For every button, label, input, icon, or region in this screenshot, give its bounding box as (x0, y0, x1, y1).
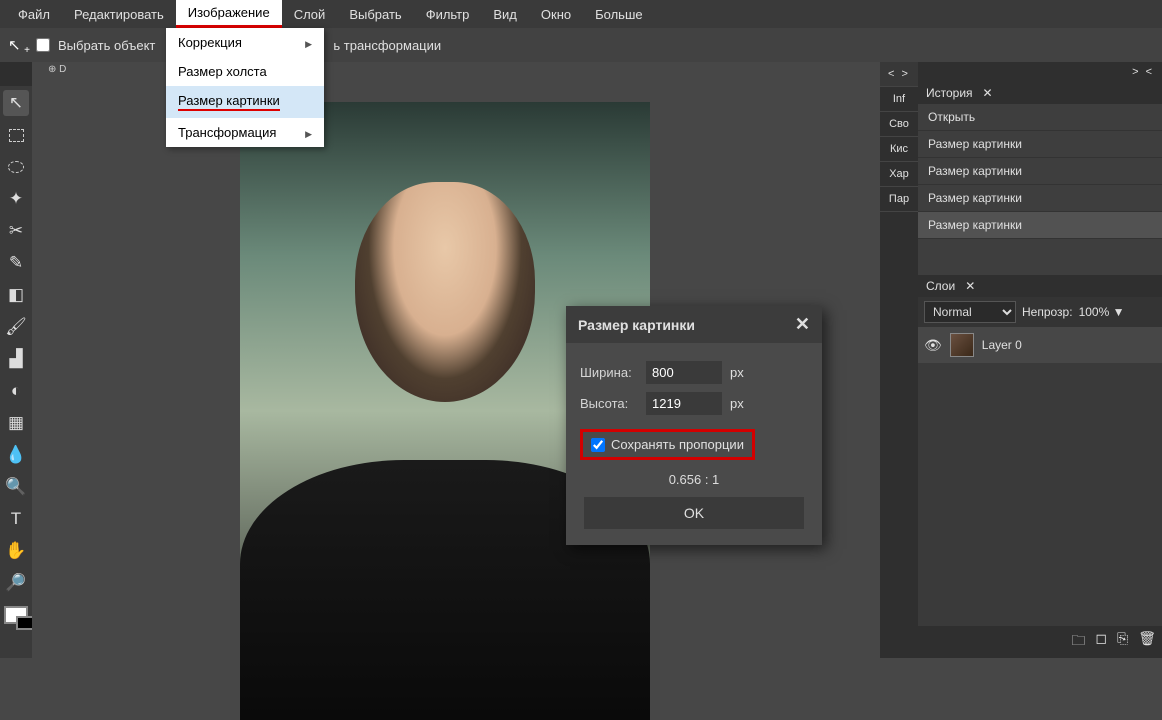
layer-thumbnail (950, 333, 974, 357)
mask-icon[interactable]: ◻ (1095, 630, 1107, 654)
hand-tool[interactable]: ✋ (3, 538, 29, 564)
trash-icon[interactable]: 🗑 (1138, 630, 1156, 654)
layer-row[interactable]: 👁 Layer 0 (918, 327, 1162, 363)
menu-view[interactable]: Вид (481, 0, 529, 28)
keep-proportions-group: Сохранять пропорции (580, 429, 755, 460)
blur-tool[interactable]: 💧 (3, 442, 29, 468)
panel-collapse-right[interactable]: > < (1132, 66, 1154, 78)
menubar: Файл Редактировать Изображение Слой Выбр… (0, 0, 1162, 28)
history-list: Открыть Размер картинки Размер картинки … (918, 104, 1162, 275)
layers-panel-header: Слои ✕ (918, 275, 1162, 297)
menu-transform[interactable]: Трансформация (166, 118, 324, 147)
toolbox: ↖ ✦ ✂ ✎ ◧ 🖌 ▟ ◐ ▦ 💧 🔍 T ✋ 🔎 (0, 86, 32, 658)
width-unit: px (730, 365, 760, 380)
history-item[interactable]: Размер картинки (918, 158, 1162, 185)
image-size-dialog: Размер картинки ✕ Ширина: px Высота: px … (566, 306, 822, 545)
layers-empty-area (918, 363, 1162, 626)
brush-tool[interactable]: 🖌 (3, 314, 29, 340)
menu-edit[interactable]: Редактировать (62, 0, 176, 28)
height-input[interactable] (646, 392, 722, 415)
menu-select[interactable]: Выбрать (337, 0, 413, 28)
crop-tool[interactable]: ✂ (3, 218, 29, 244)
history-title[interactable]: История (926, 86, 973, 100)
close-icon[interactable]: ✕ (965, 279, 975, 293)
side-tab-par[interactable]: Пар (880, 187, 918, 212)
color-swatches[interactable] (6, 608, 26, 622)
height-unit: px (730, 396, 760, 411)
side-tab-props[interactable]: Сво (880, 112, 918, 137)
history-item[interactable]: Размер картинки (918, 131, 1162, 158)
side-tab-brush[interactable]: Кис (880, 137, 918, 162)
gradient-tool[interactable]: ▦ (3, 410, 29, 436)
visibility-icon[interactable]: 👁 (924, 337, 942, 354)
aspect-ratio-text: 0.656 : 1 (580, 472, 808, 487)
close-icon[interactable]: ✕ (983, 86, 993, 100)
layers-controls: Normal Непрозр: 100% ▼ (918, 297, 1162, 327)
width-input[interactable] (646, 361, 722, 384)
right-panel: < > Inf Сво Кис Хар Пар > < История ✕ От… (880, 62, 1162, 658)
rect-select-tool[interactable] (3, 122, 29, 148)
menu-image[interactable]: Изображение (176, 0, 282, 28)
zoom-tool[interactable]: 🔎 (3, 570, 29, 596)
panel-side-tabs: < > Inf Сво Кис Хар Пар (880, 62, 918, 658)
wand-tool[interactable]: ✦ (3, 186, 29, 212)
menu-image-size[interactable]: Размер картинки (166, 86, 324, 118)
select-object-label: Выбрать объект (58, 38, 155, 53)
eraser-tool[interactable]: ◐ (3, 378, 29, 404)
menu-correction[interactable]: Коррекция (166, 28, 324, 57)
history-item[interactable]: Открыть (918, 104, 1162, 131)
blend-mode-select[interactable]: Normal (924, 301, 1016, 323)
ok-button[interactable]: OK (584, 497, 804, 529)
side-tab-char[interactable]: Хар (880, 162, 918, 187)
dialog-title-text: Размер картинки (578, 317, 695, 333)
cursor-icon (8, 36, 28, 54)
menu-file[interactable]: Файл (6, 0, 62, 28)
keep-proportions-checkbox[interactable] (591, 438, 605, 452)
move-tool[interactable]: ↖ (3, 90, 29, 116)
image-menu-dropdown: Коррекция Размер холста Размер картинки … (166, 28, 324, 147)
lasso-tool[interactable] (3, 154, 29, 180)
duplicate-icon[interactable]: ⎘ (1117, 630, 1128, 654)
folder-icon[interactable]: 🗀 (1071, 630, 1085, 654)
opacity-value[interactable]: 100% ▼ (1079, 305, 1125, 319)
dialog-titlebar[interactable]: Размер картинки ✕ (566, 306, 822, 343)
history-item[interactable]: Размер картинки (918, 212, 1162, 239)
history-item[interactable]: Размер картинки (918, 185, 1162, 212)
layers-title[interactable]: Слои (926, 279, 955, 293)
menu-canvas-size[interactable]: Размер холста (166, 57, 324, 86)
panel-header-top: > < (918, 62, 1162, 82)
side-tab-inf[interactable]: Inf (880, 87, 918, 112)
heal-tool[interactable]: ◧ (3, 282, 29, 308)
dodge-tool[interactable]: 🔍 (3, 474, 29, 500)
submenu-arrow-icon (305, 125, 312, 140)
layer-name: Layer 0 (982, 338, 1022, 352)
select-object-checkbox[interactable] (36, 38, 50, 52)
text-tool[interactable]: T (3, 506, 29, 532)
width-label: Ширина: (580, 365, 638, 380)
layers-footer: 🗀 ◻ ⎘ 🗑 (918, 626, 1162, 658)
transform-label-partial: ь трансформации (333, 38, 441, 53)
height-label: Высота: (580, 396, 638, 411)
menu-window[interactable]: Окно (529, 0, 583, 28)
eyedropper-tool[interactable]: ✎ (3, 250, 29, 276)
menu-filter[interactable]: Фильтр (414, 0, 482, 28)
opacity-label: Непрозр: (1022, 305, 1073, 319)
history-panel-header: История ✕ (918, 82, 1162, 104)
stamp-tool[interactable]: ▟ (3, 346, 29, 372)
submenu-arrow-icon (305, 35, 312, 50)
close-icon[interactable]: ✕ (795, 314, 810, 335)
menu-layer[interactable]: Слой (282, 0, 338, 28)
keep-proportions-label: Сохранять пропорции (611, 437, 744, 452)
menu-more[interactable]: Больше (583, 0, 655, 28)
panel-collapse-left[interactable]: < > (880, 62, 918, 87)
